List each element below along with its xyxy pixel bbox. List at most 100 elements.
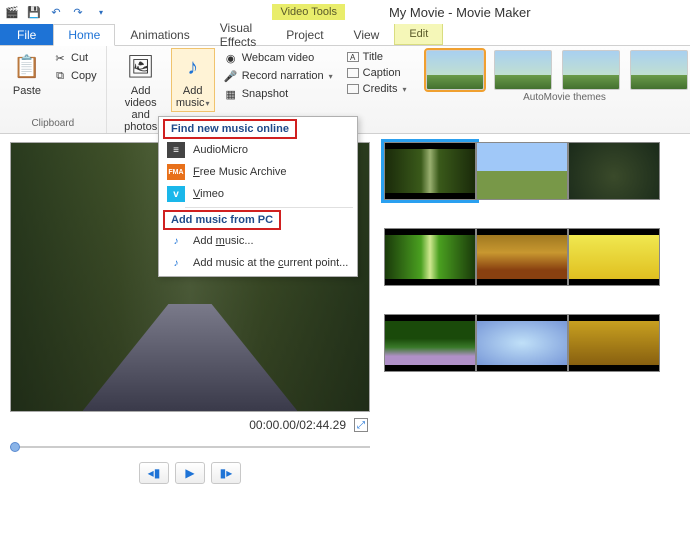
- add-music-button[interactable]: ♪ Add music▾: [171, 48, 215, 112]
- theme-thumb-2[interactable]: [494, 50, 552, 90]
- app-icon: 🎬: [4, 4, 20, 20]
- snapshot-label: Snapshot: [242, 88, 288, 100]
- menu-item-audiomicro[interactable]: ≡ AudioMicro: [159, 139, 357, 161]
- next-frame-button[interactable]: ▮▸: [211, 462, 241, 484]
- narration-label: Record narration: [242, 70, 324, 82]
- audiomicro-label: AudioMicro: [193, 144, 248, 156]
- copy-icon: ⧉: [53, 69, 67, 83]
- group-clipboard: 📋 Paste ✂ Cut ⧉ Copy Clipboard: [0, 46, 107, 133]
- clip-5[interactable]: [476, 228, 568, 286]
- title-icon: A: [347, 52, 359, 62]
- add-music-dropdown: Find new music online ≡ AudioMicro FMA Fre…: [158, 116, 358, 277]
- dropdown-header-find-online: Find new music online: [163, 119, 297, 139]
- copy-button[interactable]: ⧉ Copy: [50, 68, 100, 84]
- webcam-label: Webcam video: [242, 52, 315, 64]
- chevron-down-icon: ▾: [402, 85, 406, 94]
- clip-3[interactable]: [568, 142, 660, 200]
- seek-thumb[interactable]: [10, 442, 20, 452]
- add-music-label: Add music▾: [174, 85, 212, 109]
- snapshot-icon: ▦: [224, 87, 238, 101]
- cut-label: Cut: [71, 52, 88, 64]
- tab-edit[interactable]: Edit: [394, 24, 443, 45]
- app-title: My Movie - Movie Maker: [389, 5, 531, 20]
- storyboard-row: [384, 228, 686, 286]
- redo-icon[interactable]: ↷: [70, 4, 86, 20]
- credits-icon: [347, 84, 359, 94]
- tab-visual-effects[interactable]: Visual Effects: [205, 24, 271, 45]
- audiomicro-icon: ≡: [167, 142, 185, 158]
- vimeo-label: Vimeo: [193, 188, 224, 200]
- tab-home[interactable]: Home: [53, 24, 115, 46]
- cut-button[interactable]: ✂ Cut: [50, 50, 100, 66]
- vimeo-icon: v: [167, 186, 185, 202]
- save-icon[interactable]: 💾: [26, 4, 42, 20]
- dropdown-header-from-pc: Add music from PC: [163, 210, 281, 230]
- microphone-icon: 🎤: [224, 69, 238, 83]
- fullscreen-icon[interactable]: ⤢: [354, 418, 368, 432]
- clip-1[interactable]: [384, 142, 476, 200]
- tab-file[interactable]: File: [0, 24, 53, 45]
- menu-item-vimeo[interactable]: v Vimeo: [159, 183, 357, 205]
- storyboard-row: [384, 314, 686, 372]
- group-automovie-themes: ▴▾ AutoMovie themes: [416, 46, 690, 133]
- qat-dropdown-icon[interactable]: ▾: [93, 4, 109, 20]
- menu-item-add-music-current-point[interactable]: ♪ Add music at the current point...: [159, 252, 357, 274]
- webcam-video-button[interactable]: ◉ Webcam video: [221, 50, 336, 66]
- clip-4[interactable]: [384, 228, 476, 286]
- record-narration-button[interactable]: 🎤 Record narration ▾: [221, 68, 336, 84]
- tab-view[interactable]: View: [339, 24, 395, 45]
- copy-label: Copy: [71, 70, 97, 82]
- titlebar: 🎬 💾 ↶ ↷ ▾ Video Tools My Movie - Movie M…: [0, 0, 690, 24]
- themes-label: AutoMovie themes: [426, 90, 690, 107]
- fma-icon: FMA: [167, 164, 185, 180]
- paste-label: Paste: [13, 85, 41, 97]
- group-clipboard-label: Clipboard: [6, 116, 100, 133]
- clip-9[interactable]: [568, 314, 660, 372]
- music-note-icon: ♪: [167, 255, 185, 271]
- dropdown-separator: [185, 207, 353, 208]
- credits-button[interactable]: Credits ▾: [344, 82, 410, 96]
- credits-label: Credits: [363, 83, 398, 95]
- clip-6[interactable]: [568, 228, 660, 286]
- play-button[interactable]: ▶: [175, 462, 205, 484]
- seek-slider[interactable]: [10, 442, 370, 452]
- snapshot-button[interactable]: ▦ Snapshot: [221, 86, 336, 102]
- tab-project[interactable]: Project: [271, 24, 338, 45]
- menu-item-add-music[interactable]: ♪ Add music...: [159, 230, 357, 252]
- fma-label: Free Music Archive: [193, 166, 287, 178]
- timecode-row: 00:00.00/02:44.29 ⤢: [10, 412, 370, 438]
- storyboard[interactable]: [380, 134, 690, 538]
- clip-2[interactable]: [476, 142, 568, 200]
- title-label: Title: [363, 51, 383, 63]
- tab-animations[interactable]: Animations: [115, 24, 204, 45]
- chevron-down-icon: ▾: [329, 72, 333, 81]
- clip-7[interactable]: [384, 314, 476, 372]
- cut-icon: ✂: [53, 51, 67, 65]
- ribbon-tabs: File Home Animations Visual Effects Proj…: [0, 24, 690, 46]
- caption-button[interactable]: Caption: [344, 66, 410, 80]
- prev-frame-button[interactable]: ◂▮: [139, 462, 169, 484]
- menu-item-free-music-archive[interactable]: FMA Free Music Archive: [159, 161, 357, 183]
- chevron-down-icon: ▾: [206, 99, 210, 108]
- title-button[interactable]: A Title: [344, 50, 410, 64]
- theme-thumb-3[interactable]: [562, 50, 620, 90]
- add-music-label: Add music...: [193, 235, 254, 247]
- paste-button[interactable]: 📋 Paste: [6, 48, 48, 100]
- theme-thumb-1[interactable]: [426, 50, 484, 90]
- storyboard-row: [384, 142, 686, 200]
- timecode: 00:00.00/02:44.29: [249, 418, 346, 432]
- music-note-icon: ♪: [167, 233, 185, 249]
- add-music-current-label: Add music at the current point...: [193, 257, 348, 269]
- undo-icon[interactable]: ↶: [48, 4, 64, 20]
- caption-icon: [347, 68, 359, 78]
- clip-8[interactable]: [476, 314, 568, 372]
- add-videos-photos-icon: 🖼: [125, 51, 157, 83]
- playback-controls: ◂▮ ▶ ▮▸: [10, 462, 370, 484]
- music-note-icon: ♪: [177, 51, 209, 83]
- contextual-tab-label: Video Tools: [272, 4, 344, 20]
- webcam-icon: ◉: [224, 51, 238, 65]
- caption-label: Caption: [363, 67, 401, 79]
- paste-icon: 📋: [11, 51, 43, 83]
- quick-access-toolbar: 🎬 💾 ↶ ↷ ▾: [0, 4, 113, 20]
- theme-thumb-4[interactable]: [630, 50, 688, 90]
